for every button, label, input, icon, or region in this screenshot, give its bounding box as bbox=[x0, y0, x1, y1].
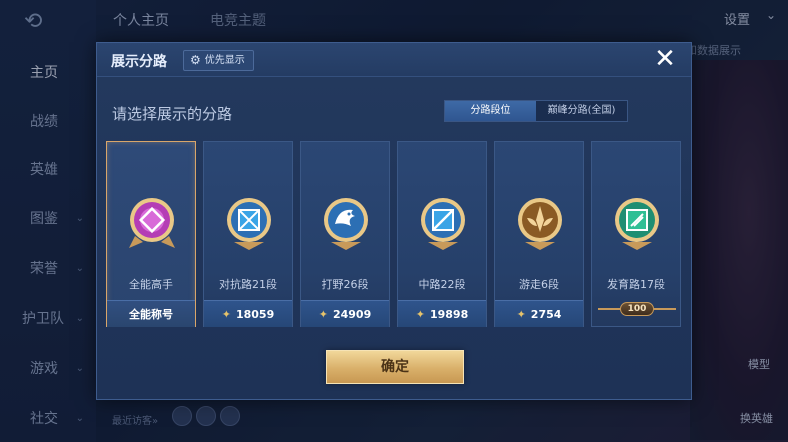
priority-display-label: 优先显示 bbox=[204, 55, 245, 66]
dialog-subtitle: 请选择展示的分路 bbox=[112, 105, 233, 123]
lane-points-footer: ✦ 24909 bbox=[301, 300, 389, 327]
lane-card-label: 游走6段 bbox=[519, 278, 559, 291]
lane-card-label: 发育路17段 bbox=[607, 278, 665, 291]
confirm-button[interactable]: 确定 bbox=[326, 350, 464, 384]
lane-points-footer: ✦ 2754 bbox=[495, 300, 583, 327]
top-rank-badge: 100 bbox=[620, 302, 654, 316]
lane-card-mid[interactable]: 中路22段 ✦ 19898 bbox=[397, 141, 487, 327]
lane-card-jungle[interactable]: 打野26段 ✦ 24909 bbox=[300, 141, 390, 327]
tab-peak-lane[interactable]: 巅峰分路(全国) bbox=[536, 101, 627, 121]
points-icon: ✦ bbox=[516, 307, 526, 321]
points-value: 19898 bbox=[429, 307, 469, 321]
rank-wing-left bbox=[598, 308, 620, 310]
lane-points-footer: ✦ 18059 bbox=[204, 300, 292, 327]
allround-title-footer: 全能称号 bbox=[107, 300, 195, 327]
gear-icon: ⚙ bbox=[190, 53, 201, 67]
points-icon: ✦ bbox=[221, 307, 231, 321]
display-lane-dialog: 展示分路 ⚙ 优先显示 ✕ 请选择展示的分路 分路段位 巅峰分路(全国) 全能高… bbox=[96, 42, 692, 400]
points-icon: ✦ bbox=[415, 307, 425, 321]
dialog-title: 展示分路 bbox=[111, 54, 167, 70]
rank-wing-right bbox=[654, 308, 676, 310]
clash-lane-badge-icon bbox=[227, 198, 271, 250]
jungle-badge-icon bbox=[324, 198, 368, 250]
close-icon[interactable]: ✕ bbox=[652, 46, 678, 73]
farm-lane-badge-icon bbox=[615, 198, 659, 250]
points-value: 18059 bbox=[235, 307, 275, 321]
lane-card-farm[interactable]: 发育路17段 100 bbox=[591, 141, 681, 327]
points-value: 2754 bbox=[530, 307, 562, 321]
lane-points-footer: ✦ 19898 bbox=[398, 300, 486, 327]
priority-display-button[interactable]: ⚙ 优先显示 bbox=[183, 50, 254, 71]
roam-badge-icon bbox=[518, 198, 562, 250]
lane-card-list: 全能高手 全能称号 对抗路21段 ✦ 18059 打野26段 ✦ 24909 中… bbox=[106, 141, 686, 327]
lane-card-allround[interactable]: 全能高手 全能称号 bbox=[106, 141, 196, 327]
lane-mode-toggle: 分路段位 巅峰分路(全国) bbox=[444, 100, 628, 122]
points-icon: ✦ bbox=[318, 307, 328, 321]
lane-card-label: 对抗路21段 bbox=[219, 278, 277, 291]
lane-card-label: 中路22段 bbox=[418, 278, 466, 291]
mid-lane-badge-icon bbox=[421, 198, 465, 250]
lane-card-clash[interactable]: 对抗路21段 ✦ 18059 bbox=[203, 141, 293, 327]
lane-card-label: 打野26段 bbox=[321, 278, 369, 291]
lane-card-label: 全能高手 bbox=[129, 278, 173, 291]
footer-text: 全能称号 bbox=[129, 308, 173, 321]
tab-lane-rank[interactable]: 分路段位 bbox=[445, 101, 536, 121]
allround-badge-icon bbox=[129, 198, 175, 248]
lane-card-roam[interactable]: 游走6段 ✦ 2754 bbox=[494, 141, 584, 327]
dialog-header: 展示分路 ⚙ 优先显示 ✕ bbox=[97, 43, 691, 77]
points-value: 24909 bbox=[332, 307, 372, 321]
